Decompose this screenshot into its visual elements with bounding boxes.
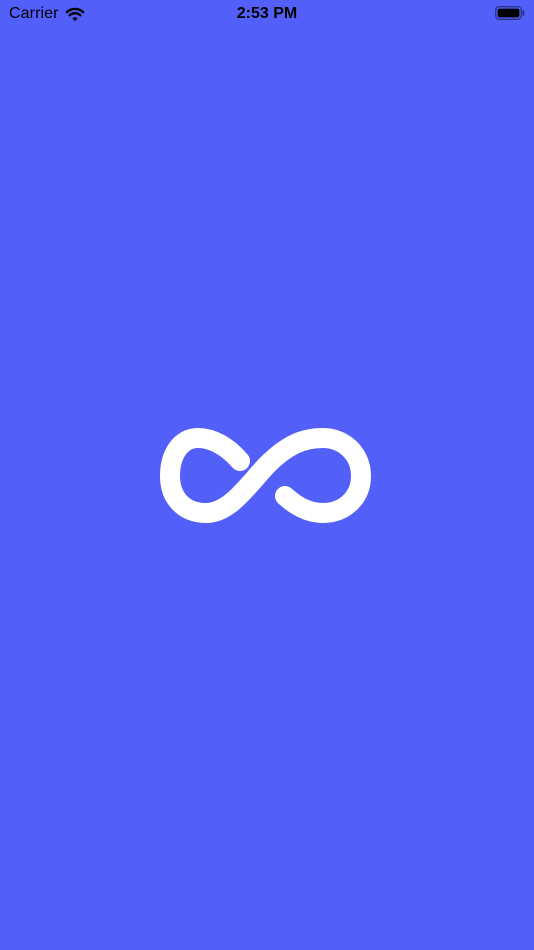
splash-screen: Carrier 2:53 PM — [0, 0, 534, 950]
status-time: 2:53 PM — [236, 5, 298, 22]
battery-icon — [495, 6, 525, 20]
infinity-icon — [160, 423, 374, 529]
status-bar: Carrier 2:53 PM — [0, 0, 534, 30]
